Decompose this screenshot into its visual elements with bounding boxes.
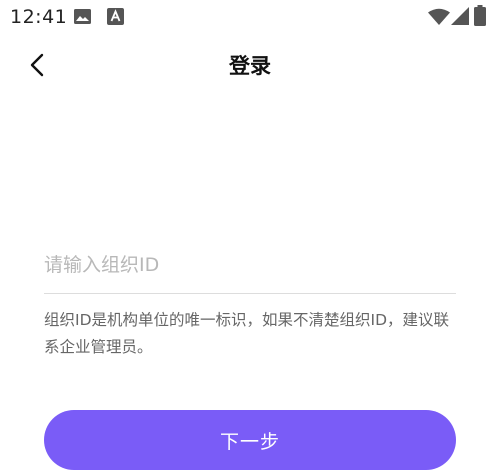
wifi-icon	[428, 8, 450, 25]
input-underline	[44, 293, 456, 294]
cellular-signal-icon	[451, 7, 469, 25]
next-button[interactable]: 下一步	[44, 410, 456, 470]
status-time: 12:41	[10, 6, 68, 28]
org-id-input[interactable]	[44, 246, 456, 284]
org-id-hint: 组织ID是机构单位的唯一标识，如果不清楚组织ID，建议联系企业管理员。	[44, 311, 450, 356]
header: 登录	[0, 40, 500, 88]
battery-icon	[474, 5, 486, 26]
status-bar: 12:41	[0, 0, 500, 34]
login-screen: 12:41 登录 组织ID是机构单位的唯一标识，如果	[0, 0, 500, 476]
image-notification-icon	[74, 9, 91, 24]
text-a-notification-icon	[107, 8, 124, 25]
page-title: 登录	[229, 54, 271, 78]
